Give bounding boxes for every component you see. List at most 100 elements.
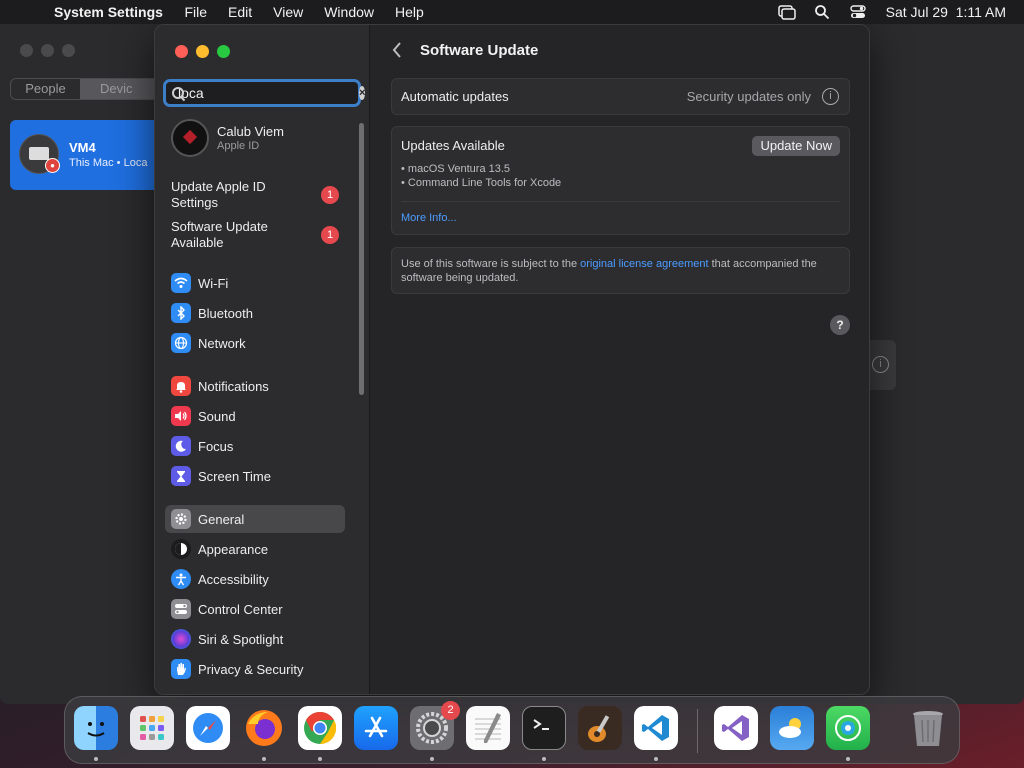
visual-studio-icon[interactable] <box>714 706 758 750</box>
menu-view[interactable]: View <box>263 4 314 20</box>
sidebar-item-accessibility[interactable]: Accessibility <box>165 565 345 593</box>
terminal-icon[interactable] <box>522 706 566 750</box>
moon-icon <box>171 436 191 456</box>
sidebar-item-label: Notifications <box>198 378 269 394</box>
sidebar-item-software-update-available[interactable]: Software Update Available 1 <box>171 219 351 251</box>
account-name: Calub Viem <box>217 124 284 139</box>
info-icon: i <box>872 356 889 373</box>
more-info-link[interactable]: More Info... <box>401 212 457 224</box>
search-field[interactable]: × <box>163 79 366 107</box>
weather-icon[interactable] <box>770 706 814 750</box>
background-info-button[interactable]: i <box>868 340 896 390</box>
search-input[interactable] <box>178 85 359 101</box>
sidebar-item-network[interactable]: Network <box>165 329 345 357</box>
menu-edit[interactable]: Edit <box>218 4 263 20</box>
sidebar-item-wifi[interactable]: Wi-Fi <box>165 269 345 297</box>
app-store-icon[interactable] <box>354 706 398 750</box>
sidebar-item-label: Control Center <box>198 601 283 617</box>
update-now-button[interactable]: Update Now <box>752 136 840 156</box>
launchpad-icon[interactable] <box>130 706 174 750</box>
close-window-button[interactable] <box>175 45 188 58</box>
gear-icon <box>171 509 191 529</box>
dock-separator <box>697 709 698 753</box>
updates-available-title: Updates Available <box>401 138 505 153</box>
automatic-updates-row: Automatic updates Security updates only … <box>391 78 850 115</box>
running-indicator <box>430 757 434 761</box>
people-devices-segment[interactable]: People Devic <box>10 78 170 100</box>
sidebar-item-label: Privacy & Security <box>198 661 304 677</box>
running-indicator <box>318 757 322 761</box>
content-pane: Software Update Automatic updates Securi… <box>371 25 869 694</box>
textedit-icon[interactable] <box>466 706 510 750</box>
garageband-icon[interactable] <box>578 706 622 750</box>
running-indicator <box>94 757 98 761</box>
find-my-icon[interactable] <box>826 706 870 750</box>
menu-help[interactable]: Help <box>385 4 435 20</box>
sidebar-item-privacy-security[interactable]: Privacy & Security <box>165 655 345 683</box>
sidebar-item-focus[interactable]: Focus <box>165 432 345 460</box>
running-indicator <box>542 757 546 761</box>
trash-icon[interactable] <box>906 706 950 750</box>
sidebar-item-bluetooth[interactable]: Bluetooth <box>165 299 345 327</box>
alert-label: Update Apple ID Settings <box>171 179 266 210</box>
running-indicator <box>654 757 658 761</box>
speaker-icon <box>171 406 191 426</box>
menu-file[interactable]: File <box>174 4 218 20</box>
back-button[interactable] <box>391 41 403 65</box>
info-icon[interactable]: i <box>822 88 839 105</box>
divider <box>401 201 840 202</box>
sidebar-item-general[interactable]: General <box>165 505 345 533</box>
sidebar-item-label: Screen Time <box>198 468 271 484</box>
appearance-icon <box>171 539 191 559</box>
bell-icon <box>171 376 191 396</box>
chrome-icon[interactable] <box>298 706 342 750</box>
menu-window[interactable]: Window <box>314 4 385 20</box>
zoom-window-button[interactable] <box>217 45 230 58</box>
license-agreement-link[interactable]: original license agreement <box>580 258 708 270</box>
finder-icon[interactable] <box>74 706 118 750</box>
sidebar-item-siri-spotlight[interactable]: Siri & Spotlight <box>165 625 345 653</box>
sidebar-item-notifications[interactable]: Notifications <box>165 372 345 400</box>
hand-icon <box>171 659 191 679</box>
help-button[interactable]: ? <box>830 315 850 335</box>
sidebar-item-label: Appearance <box>198 541 269 557</box>
spotlight-search-icon[interactable] <box>814 4 832 20</box>
license-text-before: Use of this software is subject to the <box>401 258 581 270</box>
control-center-icon[interactable] <box>849 4 868 20</box>
sidebar-item-label: Accessibility <box>198 571 269 587</box>
screen-mirroring-icon[interactable] <box>777 4 796 20</box>
sidebar-item-label: Wi-Fi <box>198 275 229 291</box>
sidebar-item-label: Network <box>198 335 246 351</box>
vscode-icon[interactable] <box>634 706 678 750</box>
running-indicator <box>846 757 850 761</box>
clear-search-icon[interactable]: × <box>359 86 366 100</box>
updates-available-card: Updates Available Update Now • macOS Ven… <box>391 126 850 235</box>
sidebar-item-appearance[interactable]: Appearance <box>165 535 345 563</box>
sidebar-item-control-center[interactable]: Control Center <box>165 595 345 623</box>
firefox-icon[interactable] <box>242 706 286 750</box>
license-text: Use of this software is subject to the o… <box>401 257 840 285</box>
traffic-lights <box>175 45 230 58</box>
device-card[interactable]: ● VM4 This Mac • Loca <box>10 120 160 190</box>
hourglass-icon <box>171 466 191 486</box>
sidebar-item-label: General <box>198 511 245 527</box>
license-notice: Use of this software is subject to the o… <box>391 247 850 294</box>
sidebar-item-update-apple-id[interactable]: Update Apple ID Settings 1 <box>171 179 351 211</box>
menubar-clock[interactable]: Sat Jul 29 1:11 AM <box>886 4 1006 20</box>
account-subtitle: Apple ID <box>217 140 260 152</box>
sidebar-item-sound[interactable]: Sound <box>165 402 345 430</box>
segment-people[interactable]: People <box>11 79 80 99</box>
minimize-window-button[interactable] <box>196 45 209 58</box>
background-traffic-lights <box>20 44 75 57</box>
menu-app-name[interactable]: System Settings <box>54 4 174 20</box>
sidebar-item-label: Sound <box>198 408 236 424</box>
safari-icon[interactable] <box>186 706 230 750</box>
apple-id-account[interactable]: Calub Viem Apple ID <box>171 119 284 157</box>
alert-badge: 1 <box>321 226 339 244</box>
sidebar-scrollbar[interactable] <box>359 123 364 395</box>
wifi-icon <box>171 273 191 293</box>
page-title: Software Update <box>420 42 539 59</box>
sidebar-item-label: Siri & Spotlight <box>198 631 284 647</box>
alert-label: Software Update Available <box>171 219 268 250</box>
sidebar-item-screen-time[interactable]: Screen Time <box>165 462 345 490</box>
